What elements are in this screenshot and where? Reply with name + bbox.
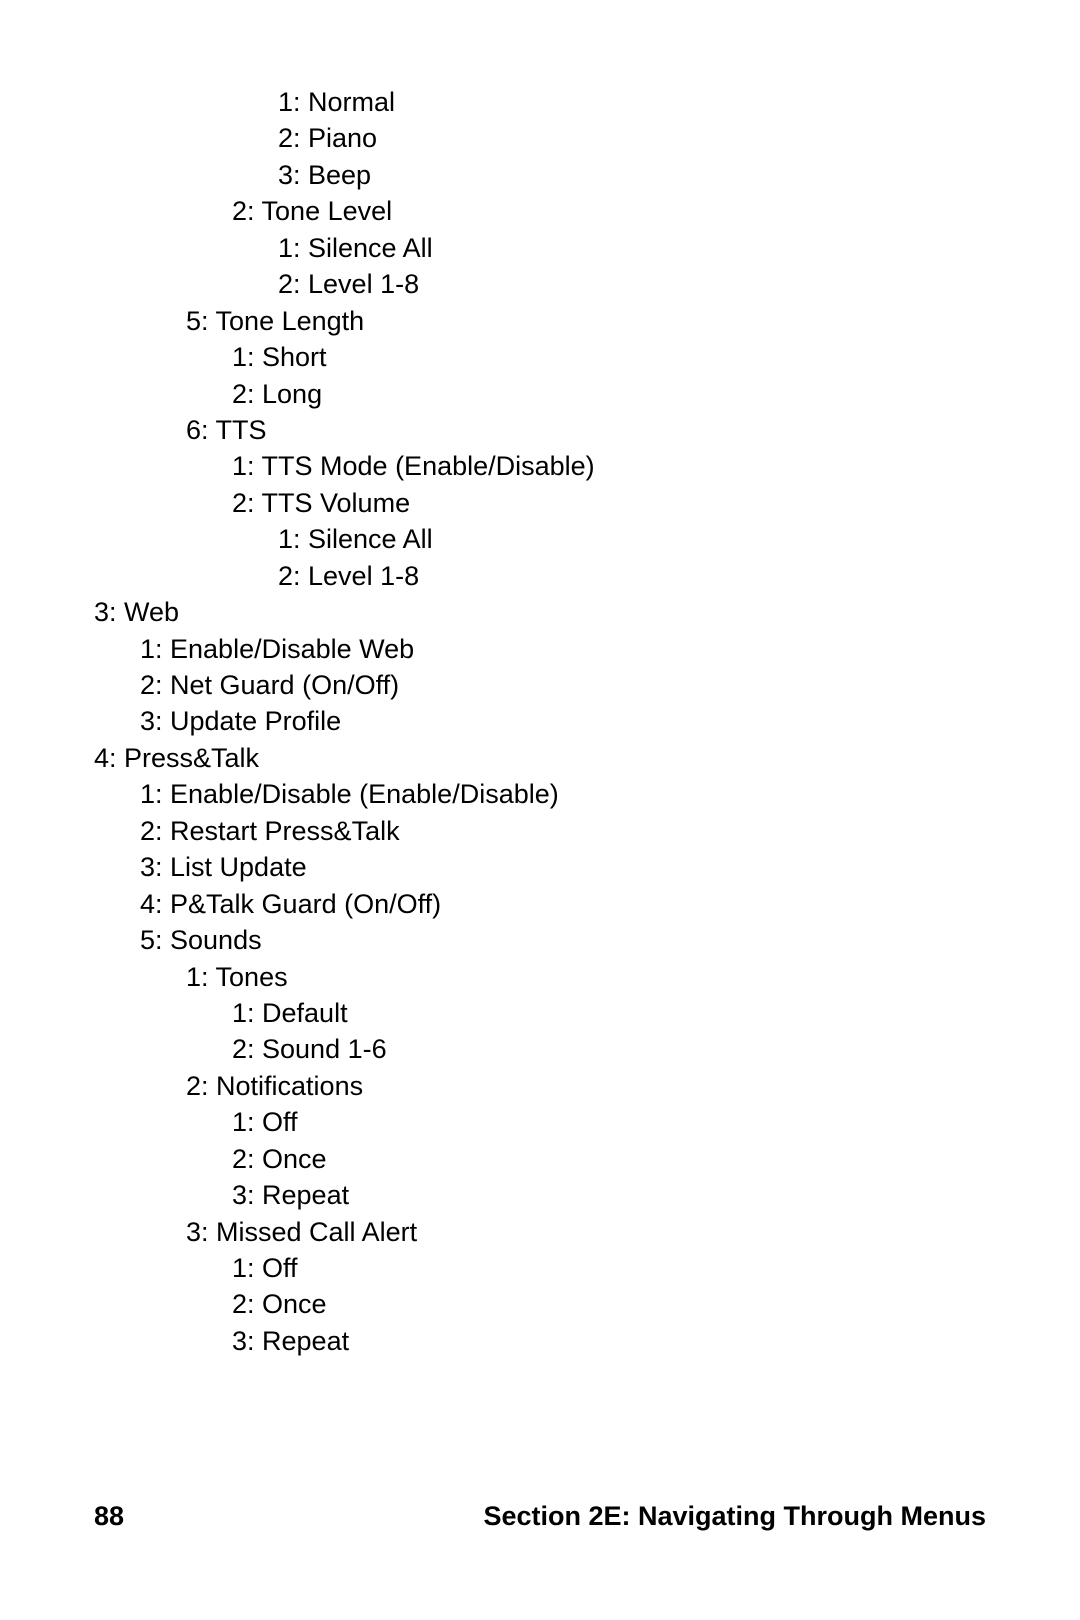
- menu-line: 6: TTS: [94, 412, 986, 448]
- menu-line: 2: Once: [94, 1141, 986, 1177]
- menu-line: 3: Update Profile: [94, 703, 986, 739]
- menu-line: 3: Web: [94, 594, 986, 630]
- menu-line: 2: Sound 1-6: [94, 1031, 986, 1067]
- menu-line: 1: Silence All: [94, 521, 986, 557]
- menu-line: 2: Piano: [94, 120, 986, 156]
- menu-line: 1: Off: [94, 1250, 986, 1286]
- page: 1: Normal2: Piano3: Beep2: Tone Level1: …: [0, 0, 1080, 1620]
- menu-line: 2: Long: [94, 376, 986, 412]
- menu-line: 2: Notifications: [94, 1068, 986, 1104]
- menu-line: 3: Repeat: [94, 1323, 986, 1359]
- menu-line: 3: List Update: [94, 849, 986, 885]
- menu-line: 1: Silence All: [94, 230, 986, 266]
- menu-line: 5: Sounds: [94, 922, 986, 958]
- menu-line: 2: TTS Volume: [94, 485, 986, 521]
- menu-line: 2: Level 1-8: [94, 558, 986, 594]
- menu-listing: 1: Normal2: Piano3: Beep2: Tone Level1: …: [94, 84, 986, 1359]
- menu-line: 4: P&Talk Guard (On/Off): [94, 886, 986, 922]
- menu-line: 5: Tone Length: [94, 303, 986, 339]
- section-title: Section 2E: Navigating Through Menus: [483, 1498, 986, 1534]
- menu-line: 1: Enable/Disable (Enable/Disable): [94, 776, 986, 812]
- menu-line: 1: Short: [94, 339, 986, 375]
- menu-line: 1: Tones: [94, 959, 986, 995]
- menu-line: 4: Press&Talk: [94, 740, 986, 776]
- page-number: 88: [94, 1498, 124, 1534]
- menu-line: 1: Off: [94, 1104, 986, 1140]
- menu-line: 1: TTS Mode (Enable/Disable): [94, 448, 986, 484]
- menu-line: 2: Restart Press&Talk: [94, 813, 986, 849]
- menu-line: 1: Enable/Disable Web: [94, 631, 986, 667]
- menu-line: 2: Net Guard (On/Off): [94, 667, 986, 703]
- menu-line: 1: Default: [94, 995, 986, 1031]
- menu-line: 3: Beep: [94, 157, 986, 193]
- menu-line: 2: Once: [94, 1286, 986, 1322]
- menu-line: 2: Tone Level: [94, 193, 986, 229]
- menu-line: 3: Repeat: [94, 1177, 986, 1213]
- menu-line: 1: Normal: [94, 84, 986, 120]
- page-footer: 88 Section 2E: Navigating Through Menus: [94, 1498, 986, 1534]
- menu-line: 3: Missed Call Alert: [94, 1214, 986, 1250]
- menu-line: 2: Level 1-8: [94, 266, 986, 302]
